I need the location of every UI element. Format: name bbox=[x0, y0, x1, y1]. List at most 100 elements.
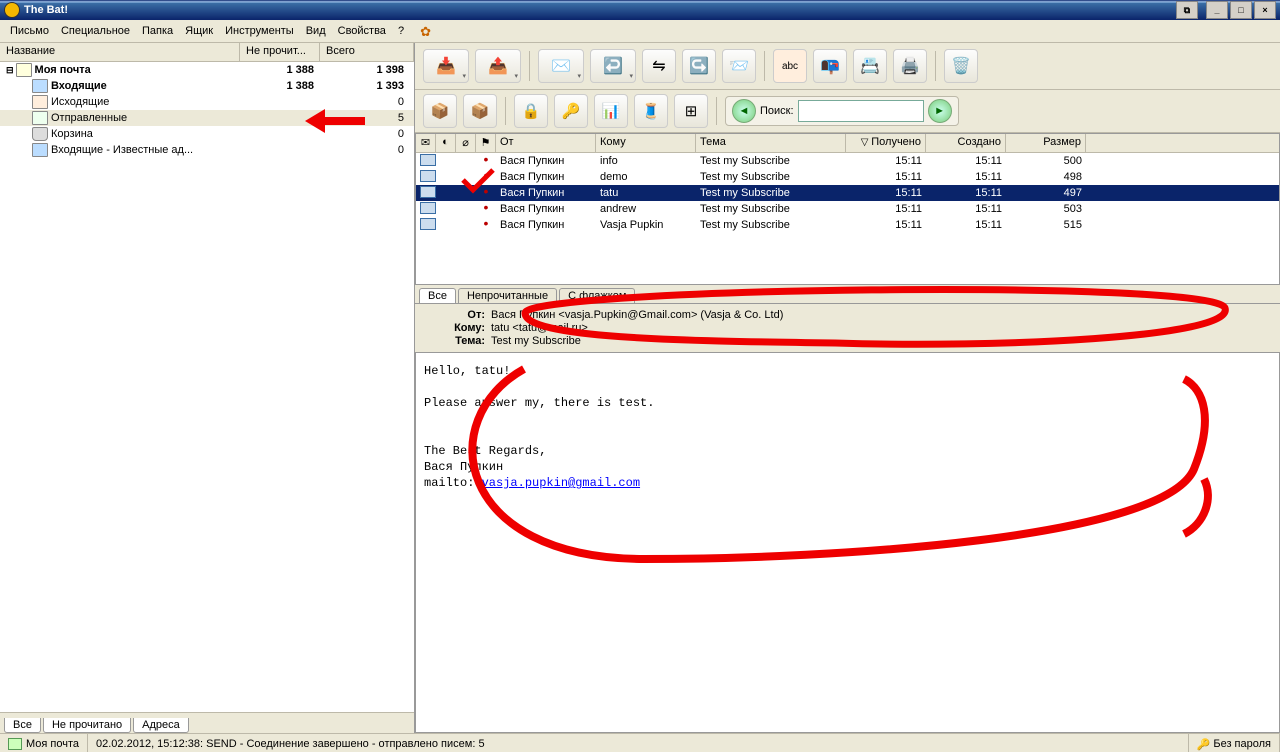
tab-unread[interactable]: Не прочитано bbox=[43, 718, 131, 733]
cell-size: 498 bbox=[1006, 171, 1086, 183]
tree-sent[interactable]: Отправленные 5 bbox=[0, 110, 414, 126]
cell-from: Вася Пупкин bbox=[496, 155, 596, 167]
tree-known[interactable]: Входящие - Известные ад... 0 bbox=[0, 142, 414, 158]
col-total[interactable]: Всего bbox=[320, 43, 414, 61]
cell-size: 500 bbox=[1006, 155, 1086, 167]
col-subject[interactable]: Тема bbox=[696, 134, 846, 152]
menu-special[interactable]: Специальное bbox=[55, 23, 136, 39]
tab-addresses[interactable]: Адреса bbox=[133, 718, 189, 733]
message-row[interactable]: •Вася ПупкинandrewTest my Subscribe15:11… bbox=[416, 201, 1279, 217]
message-row[interactable]: •Вася ПупкинVasja PupkinTest my Subscrib… bbox=[416, 217, 1279, 233]
col-created[interactable]: Создано bbox=[926, 134, 1006, 152]
body-mailto-link[interactable]: vasja.pupkin@gmail.com bbox=[482, 476, 640, 490]
hdr-from-label: От: bbox=[445, 309, 485, 321]
hdr-subject-label: Тема: bbox=[445, 335, 485, 347]
close-button[interactable]: × bbox=[1254, 1, 1276, 19]
filter-unread[interactable]: Непрочитанные bbox=[458, 288, 557, 303]
menu-box[interactable]: Ящик bbox=[179, 23, 219, 39]
message-header: От: Вася Пупкин <vasja.Pupkin@Gmail.com> … bbox=[415, 303, 1280, 353]
message-list-header: ✉ ◐ ⌀ ⚑ От Кому Тема ▽ Получено Создано … bbox=[416, 134, 1279, 153]
filter-button[interactable]: 📊 bbox=[594, 94, 628, 128]
col-received[interactable]: ▽ Получено bbox=[846, 134, 926, 152]
menu-view[interactable]: Вид bbox=[300, 23, 332, 39]
new-mail-button[interactable]: ✉️▾ bbox=[538, 49, 584, 83]
reply-all-button[interactable]: ⇋ bbox=[642, 49, 676, 83]
search-next-button[interactable]: ► bbox=[928, 99, 952, 123]
gear-icon[interactable]: ✿ bbox=[414, 22, 440, 40]
cell-created: 15:11 bbox=[926, 219, 1006, 231]
message-row[interactable]: •Вася ПупкинtatuTest my Subscribe15:1115… bbox=[416, 185, 1279, 201]
folder-tree[interactable]: ⊟ Моя почта 1 388 1 398 Входящие 1 388 1… bbox=[0, 62, 414, 712]
spellcheck-button[interactable]: abc bbox=[773, 49, 807, 83]
cell-received: 15:11 bbox=[846, 171, 926, 183]
col-size[interactable]: Размер bbox=[1006, 134, 1086, 152]
tree-trash[interactable]: Корзина 0 bbox=[0, 126, 414, 142]
lock-button[interactable]: 🔒 bbox=[514, 94, 548, 128]
tree-inbox[interactable]: Входящие 1 388 1 393 bbox=[0, 78, 414, 94]
delete-button[interactable]: 🗑️ bbox=[944, 49, 978, 83]
menu-tools[interactable]: Инструменты bbox=[219, 23, 300, 39]
cell-to: andrew bbox=[596, 203, 696, 215]
maximize-button[interactable]: □ bbox=[1230, 1, 1252, 19]
cell-to: info bbox=[596, 155, 696, 167]
col-status-icon[interactable]: ◐ bbox=[436, 134, 456, 152]
search-input[interactable] bbox=[798, 100, 924, 122]
cell-to: Vasja Pupkin bbox=[596, 219, 696, 231]
menu-properties[interactable]: Свойства bbox=[332, 23, 392, 39]
col-unread[interactable]: Не прочит... bbox=[240, 43, 320, 61]
status-account: Моя почта bbox=[0, 734, 88, 752]
cell-to: demo bbox=[596, 171, 696, 183]
cell-size: 515 bbox=[1006, 219, 1086, 231]
col-from[interactable]: От bbox=[496, 134, 596, 152]
folder-icon bbox=[32, 95, 48, 109]
address-book-button[interactable]: 📇 bbox=[853, 49, 887, 83]
message-row[interactable]: •Вася ПупкинinfoTest my Subscribe15:1115… bbox=[416, 153, 1279, 169]
cell-subject: Test my Subscribe bbox=[696, 219, 846, 231]
message-list[interactable]: ✉ ◐ ⌀ ⚑ От Кому Тема ▽ Получено Создано … bbox=[415, 133, 1280, 285]
tab-all[interactable]: Все bbox=[4, 718, 41, 733]
resend-button[interactable]: 📨 bbox=[722, 49, 756, 83]
tree-outbox[interactable]: Исходящие 0 bbox=[0, 94, 414, 110]
restore-alt-button[interactable]: ⧉ bbox=[1176, 1, 1198, 19]
message-body[interactable]: Hello, tatu! Please answer my, there is … bbox=[415, 353, 1280, 733]
col-envelope-icon[interactable]: ✉ bbox=[416, 134, 436, 152]
folder-bottom-tabs: Все Не прочитано Адреса bbox=[0, 712, 414, 733]
filter-all[interactable]: Все bbox=[419, 288, 456, 303]
window-title: The Bat! bbox=[24, 4, 68, 16]
folder-icon bbox=[32, 111, 48, 125]
menu-letter[interactable]: Письмо bbox=[4, 23, 55, 39]
message-row[interactable]: •Вася ПупкинdemoTest my Subscribe15:1115… bbox=[416, 169, 1279, 185]
body-line1: Hello, tatu! bbox=[424, 364, 510, 378]
search-prev-button[interactable]: ◄ bbox=[732, 99, 756, 123]
body-line2: Please answer my, there is test. bbox=[424, 396, 654, 410]
folder-icon bbox=[32, 79, 48, 93]
main-toolbar: 📥▾ 📤▾ ✉️▾ ↩️▾ ⇋ ↪️ 📨 abc 📭 📇 🖨️ 🗑️ bbox=[415, 43, 1280, 90]
filter-flagged[interactable]: С флажком bbox=[559, 288, 635, 303]
cell-received: 15:11 bbox=[846, 155, 926, 167]
col-attachment-icon[interactable]: ⌀ bbox=[456, 134, 476, 152]
col-to[interactable]: Кому bbox=[596, 134, 696, 152]
forward-button[interactable]: ↪️ bbox=[682, 49, 716, 83]
mark-read-button[interactable]: 📭 bbox=[813, 49, 847, 83]
menu-help[interactable]: ? bbox=[392, 23, 410, 39]
minimize-button[interactable]: _ bbox=[1206, 1, 1228, 19]
flag-dot-icon: • bbox=[484, 203, 489, 215]
col-flag-icon[interactable]: ⚑ bbox=[476, 134, 496, 152]
filter-tabs: Все Непрочитанные С флажком bbox=[415, 285, 1280, 303]
print-button[interactable]: 🖨️ bbox=[893, 49, 927, 83]
status-password[interactable]: 🔑 Без пароля bbox=[1189, 734, 1280, 752]
get-mail-button[interactable]: 📥▾ bbox=[423, 49, 469, 83]
col-name[interactable]: Название bbox=[0, 43, 240, 61]
layout-button[interactable]: ⊞ bbox=[674, 94, 708, 128]
hdr-from-value: Вася Пупкин <vasja.Pupkin@Gmail.com> (Va… bbox=[491, 309, 783, 321]
menu-folder[interactable]: Папка bbox=[136, 23, 179, 39]
send-mail-button[interactable]: 📤▾ bbox=[475, 49, 521, 83]
cell-size: 497 bbox=[1006, 187, 1086, 199]
view-button-2[interactable]: 📦 bbox=[463, 94, 497, 128]
cert-button[interactable]: 🔑 bbox=[554, 94, 588, 128]
hdr-subject-value: Test my Subscribe bbox=[491, 335, 581, 347]
thread-button[interactable]: 🧵 bbox=[634, 94, 668, 128]
view-button-1[interactable]: 📦 bbox=[423, 94, 457, 128]
tree-root[interactable]: ⊟ Моя почта 1 388 1 398 bbox=[0, 62, 414, 78]
reply-button[interactable]: ↩️▾ bbox=[590, 49, 636, 83]
